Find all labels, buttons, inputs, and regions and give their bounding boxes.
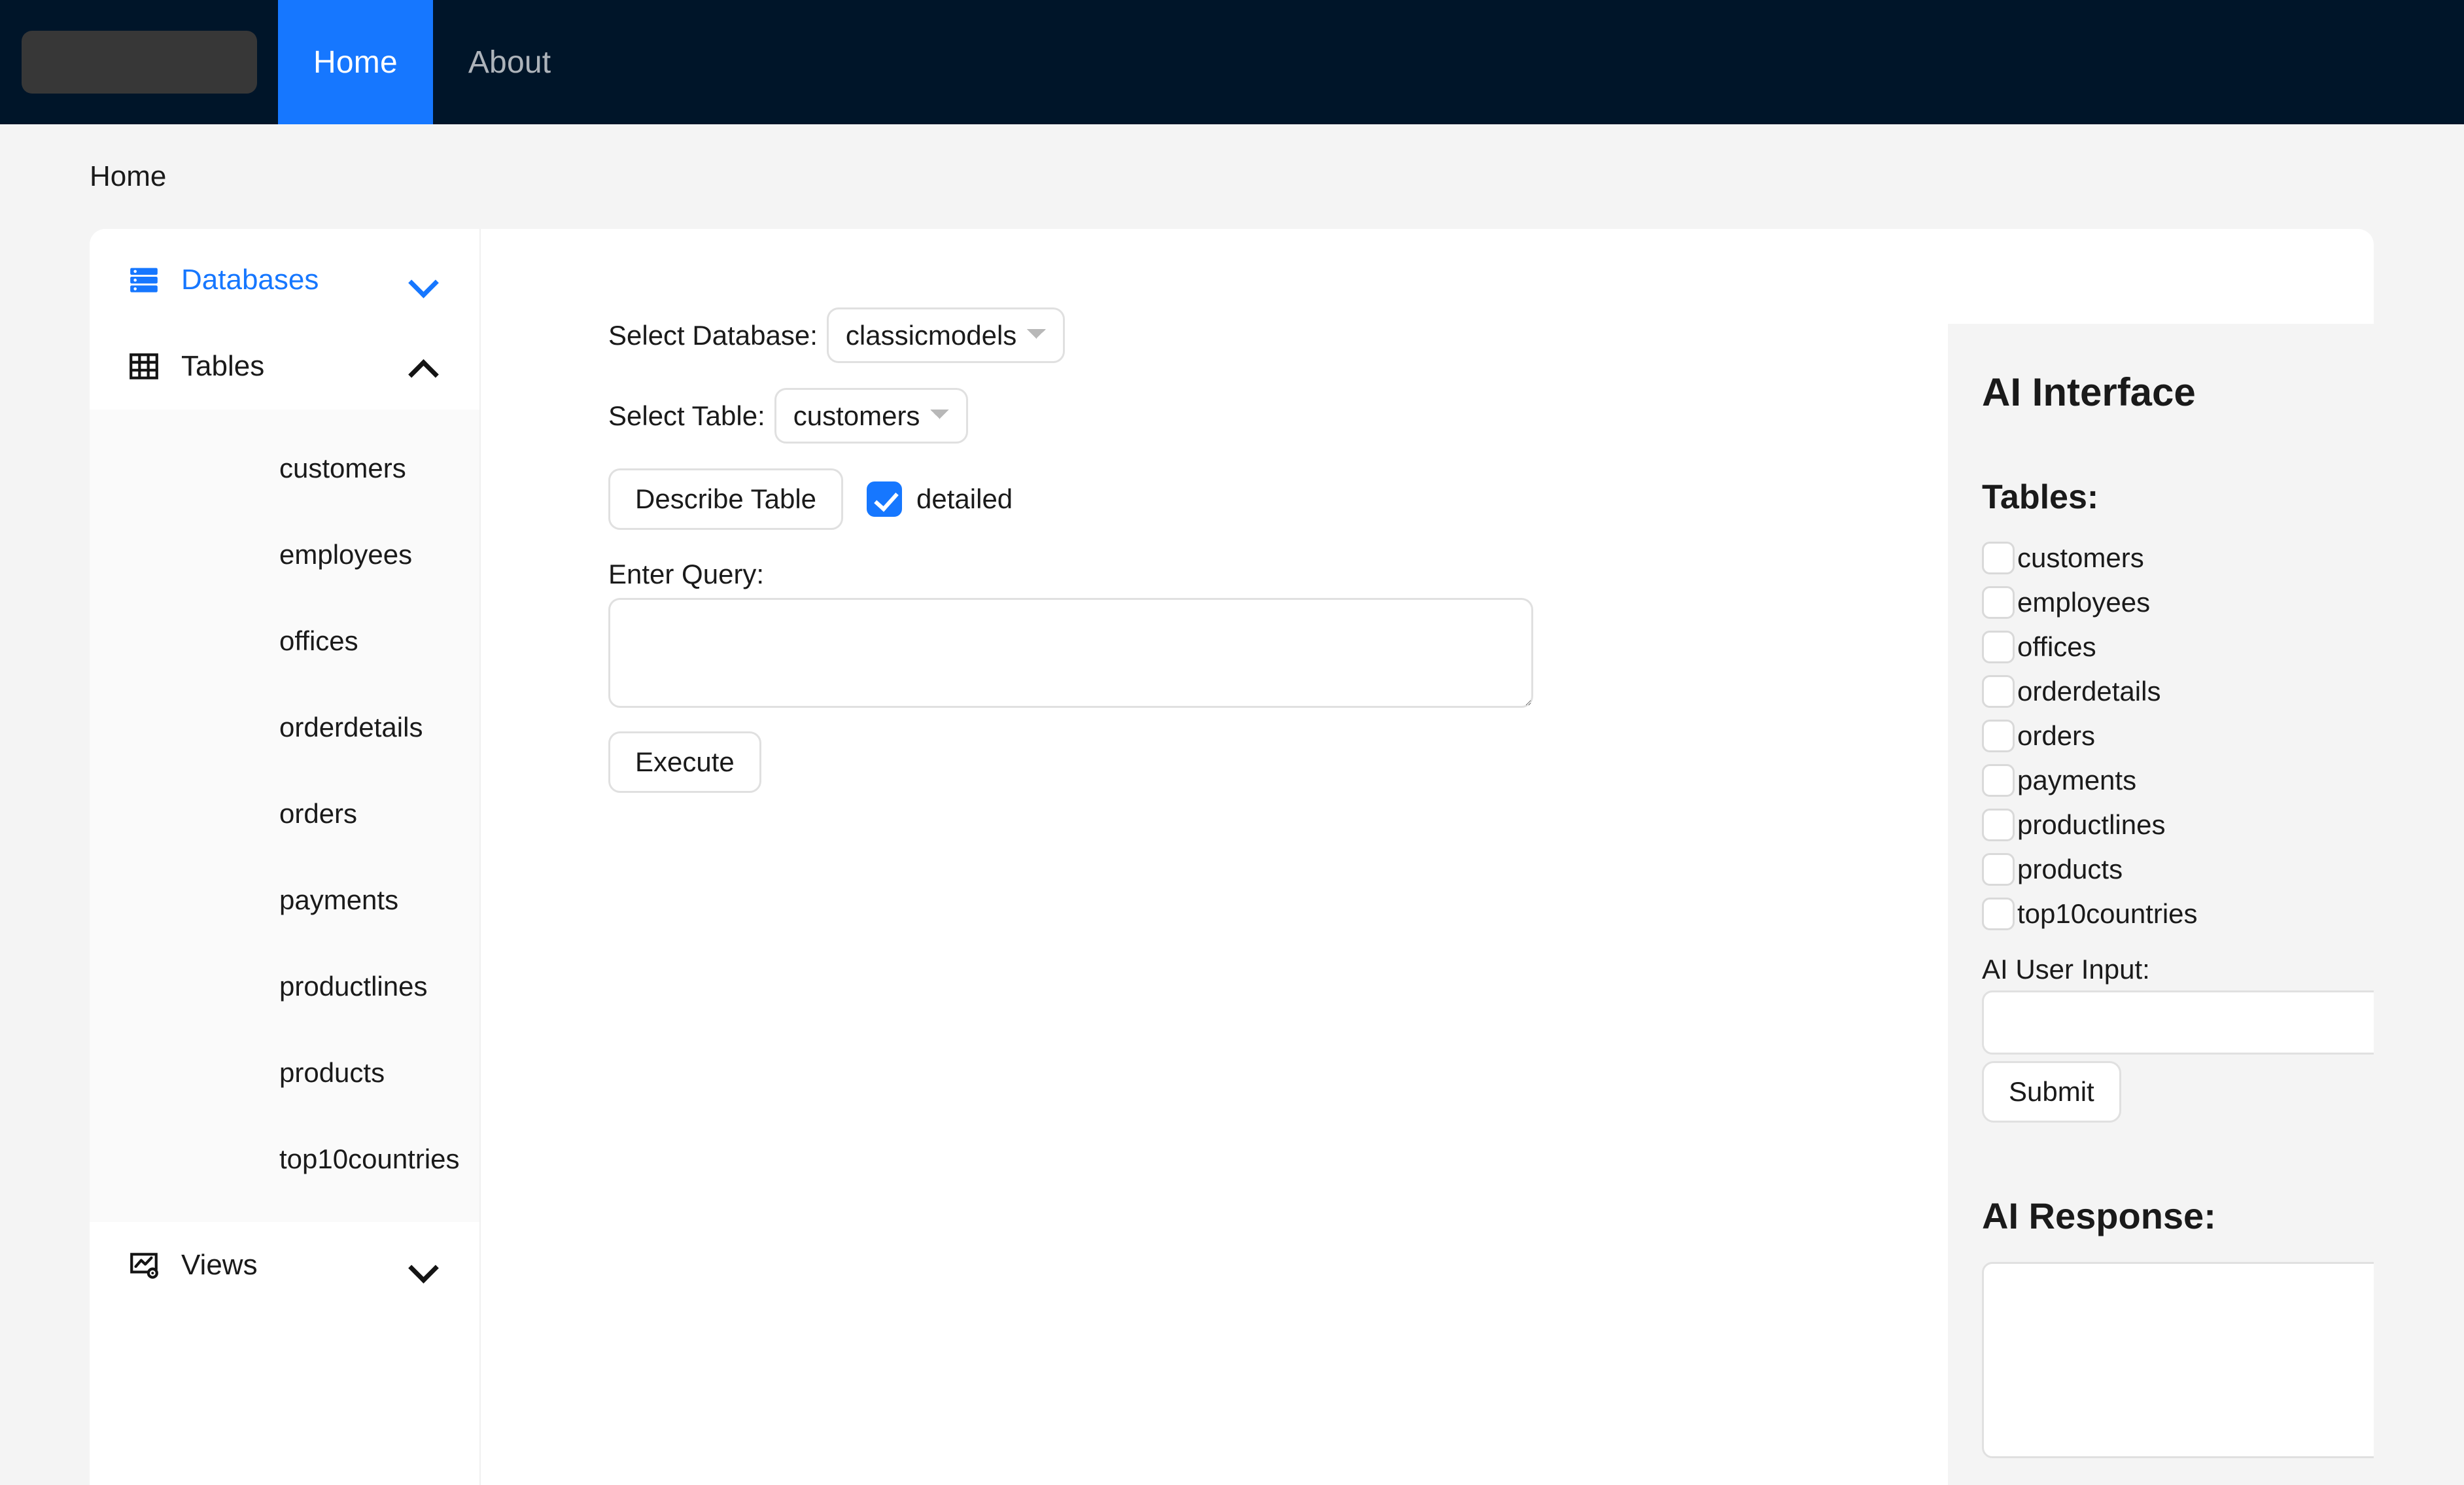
ai-user-input-label: AI User Input:	[1982, 954, 2150, 985]
ai-table-checkbox-customers[interactable]	[1982, 542, 2015, 574]
ai-table-row: orders	[1982, 720, 2374, 752]
sidebar-item-top10countries[interactable]: top10countries	[90, 1116, 479, 1202]
detailed-checkbox[interactable]	[867, 481, 903, 517]
nav-item-home-label: Home	[313, 44, 398, 80]
execute-button[interactable]: Execute	[608, 731, 761, 793]
detailed-label: detailed	[916, 483, 1013, 514]
sidebar-item-label: orderdetails	[279, 712, 423, 742]
sidebar-item-label: customers	[279, 453, 406, 483]
ai-table-label: customers	[2017, 542, 2144, 573]
describe-table-button[interactable]: Describe Table	[608, 468, 844, 530]
ai-table-row: productlines	[1982, 809, 2374, 841]
ai-tables-heading: Tables:	[1982, 478, 2099, 516]
sidebar-group-tables-label: Tables	[181, 350, 265, 382]
sidebar-item-payments[interactable]: payments	[90, 857, 479, 943]
ai-table-checkbox-employees[interactable]	[1982, 586, 2015, 619]
sidebar-item-offices[interactable]: offices	[90, 598, 479, 684]
sidebar: Databases Tables customers employees off…	[90, 229, 481, 1485]
sidebar-group-databases-label: Databases	[181, 264, 319, 296]
ai-table-row: payments	[1982, 764, 2374, 797]
ai-table-checkbox-payments[interactable]	[1982, 764, 2015, 797]
sidebar-group-tables[interactable]: Tables	[90, 323, 479, 410]
ai-table-checkbox-orderdetails[interactable]	[1982, 675, 2015, 708]
ai-table-row: orderdetails	[1982, 675, 2374, 708]
chevron-up-icon[interactable]	[409, 352, 438, 381]
nav-item-home[interactable]: Home	[278, 0, 433, 124]
query-input[interactable]	[608, 598, 1533, 708]
ai-table-label: top10countries	[2017, 898, 2198, 929]
logo-placeholder	[21, 31, 257, 94]
sidebar-item-label: products	[279, 1057, 385, 1088]
sidebar-tables-list: customers employees offices orderdetails…	[90, 410, 479, 1222]
sidebar-item-label: payments	[279, 884, 399, 915]
ai-table-row: products	[1982, 853, 2374, 886]
ai-table-row: customers	[1982, 542, 2374, 574]
ai-table-checkbox-offices[interactable]	[1982, 631, 2015, 663]
sidebar-group-databases[interactable]: Databases	[90, 237, 479, 323]
breadcrumb: Home	[0, 124, 2464, 229]
ai-table-label: payments	[2017, 765, 2137, 795]
content-card: Databases Tables customers employees off…	[90, 229, 2374, 1485]
sidebar-item-customers[interactable]: customers	[90, 425, 479, 512]
sidebar-item-orderdetails[interactable]: orderdetails	[90, 684, 479, 771]
ai-table-checkbox-top10countries[interactable]	[1982, 898, 2015, 930]
nav-item-about-label: About	[468, 44, 551, 80]
sidebar-group-views-label: Views	[181, 1249, 258, 1281]
breadcrumb-current: Home	[90, 160, 167, 192]
sidebar-item-label: offices	[279, 625, 358, 656]
sidebar-item-employees[interactable]: employees	[90, 512, 479, 598]
ai-table-checkbox-products[interactable]	[1982, 853, 2015, 886]
ai-interface-title: AI Interface	[1982, 370, 2196, 414]
ai-table-row: employees	[1982, 586, 2374, 619]
ai-table-label: employees	[2017, 587, 2151, 618]
ai-table-checkbox-productlines[interactable]	[1982, 809, 2015, 841]
sidebar-item-label: top10countries	[279, 1144, 460, 1174]
table-select[interactable]: customers	[774, 388, 968, 444]
chevron-down-icon[interactable]	[409, 1251, 438, 1280]
table-grid-icon	[128, 350, 163, 383]
sidebar-item-productlines[interactable]: productlines	[90, 943, 479, 1030]
ai-table-row: offices	[1982, 631, 2374, 663]
database-select[interactable]: classicmodels	[826, 307, 1065, 363]
ai-table-row: top10countries	[1982, 898, 2374, 930]
top-navbar: Home About	[0, 0, 2464, 124]
logo-slot	[0, 0, 278, 124]
ai-table-label: orderdetails	[2017, 676, 2161, 707]
sidebar-item-label: employees	[279, 539, 413, 570]
sidebar-item-orders[interactable]: orders	[90, 771, 479, 857]
ai-response-label: AI Response:	[1982, 1195, 2216, 1236]
ai-submit-button[interactable]: Submit	[1982, 1061, 2121, 1123]
ai-user-input[interactable]	[1982, 990, 2374, 1055]
ai-interface-panel: AI Interface Tables: customers employees…	[1948, 324, 2374, 1485]
sidebar-group-views[interactable]: Views	[90, 1222, 479, 1308]
ai-table-checkbox-orders[interactable]	[1982, 720, 2015, 752]
database-icon	[128, 264, 163, 296]
chevron-down-icon[interactable]	[409, 266, 438, 294]
ai-table-label: orders	[2017, 720, 2096, 751]
main-content: Select Database: classicmodels Select Ta…	[481, 229, 2374, 1485]
sidebar-item-label: orders	[279, 798, 358, 829]
select-table-label: Select Table:	[608, 400, 765, 431]
views-chart-icon	[128, 1249, 163, 1282]
select-database-label: Select Database:	[608, 319, 818, 351]
nav-item-about[interactable]: About	[433, 0, 586, 124]
ai-table-label: productlines	[2017, 809, 2166, 840]
sidebar-item-products[interactable]: products	[90, 1030, 479, 1116]
sidebar-item-label: productlines	[279, 971, 428, 1002]
ai-response-output[interactable]	[1982, 1262, 2374, 1458]
ai-table-label: offices	[2017, 631, 2096, 662]
ai-table-label: products	[2017, 854, 2123, 884]
